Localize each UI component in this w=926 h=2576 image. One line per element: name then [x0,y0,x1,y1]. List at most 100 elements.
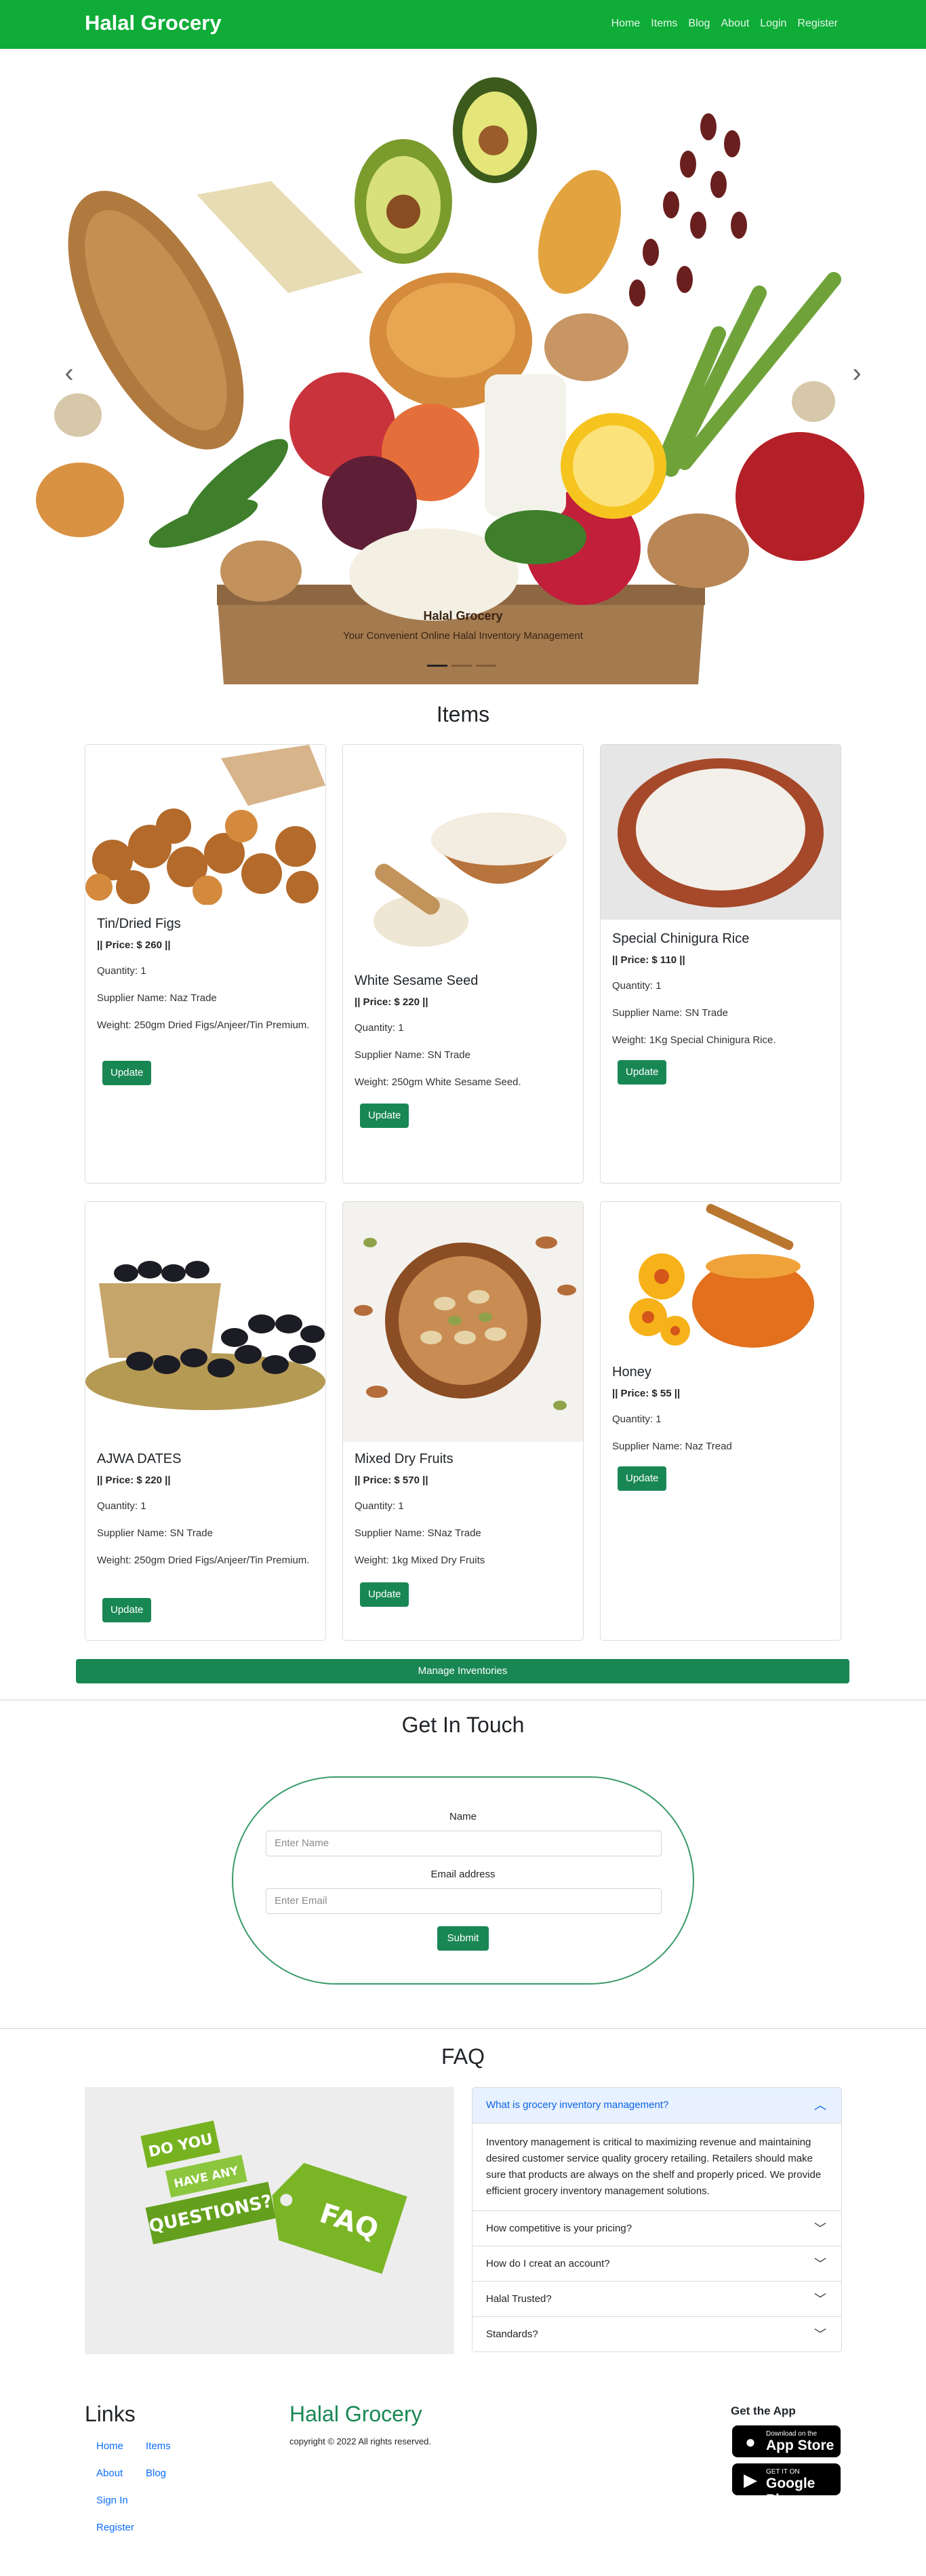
nav-link-blog[interactable]: Blog [688,18,710,30]
item-image-sesame [343,745,583,963]
update-button[interactable]: Update [618,1060,667,1085]
item-name: Tin/Dried Figs [97,916,181,931]
update-button[interactable]: Update [618,1466,667,1491]
email-label: Email address [430,1869,496,1880]
app-store-small: Download on the [766,2430,818,2438]
faq-question-3[interactable]: How do I creat an account? ﹀ [472,2246,841,2281]
faq-question-5[interactable]: Standards? ﹀ [472,2316,841,2351]
faq-question-text: What is grocery inventory management? [486,2099,669,2111]
footer-link-items[interactable]: Items [146,2440,171,2452]
footer-link-home[interactable]: Home [96,2440,123,2452]
nav-links: Home Items Blog About Login Register [601,18,838,30]
item-price: || Price: $ 110 || [612,954,685,966]
item-price: || Price: $ 260 || [97,939,171,951]
item-image-honey [601,1202,841,1362]
item-image-dates [85,1202,325,1413]
footer-link-register[interactable]: Register [96,2522,134,2533]
item-price: || Price: $ 220 || [97,1475,171,1486]
item-card: Honey || Price: $ 55 || Quantity: 1 Supp… [600,1201,841,1641]
contact-title: Get In Touch [401,1713,525,1737]
item-quantity: Quantity: 1 [97,1500,146,1512]
faq-question-text: Halal Trusted? [486,2293,552,2305]
submit-button[interactable]: Submit [437,1926,489,1951]
app-store-big: App Store [766,2438,834,2453]
faq-question-2[interactable]: How competitive is your pricing? ﹀ [472,2210,841,2246]
update-button[interactable]: Update [102,1061,152,1085]
footer-links-title: Links [85,2402,136,2426]
chevron-down-icon: ﹀ [814,2328,826,2341]
google-play-icon: ▶ [744,2470,757,2490]
name-input[interactable]: Enter Name [266,1831,662,1856]
nav-link-items[interactable]: Items [651,18,677,30]
item-image-figs [85,745,325,905]
item-name: Honey [612,1365,651,1380]
item-supplier: Supplier Name: SN Trade [612,1007,728,1019]
footer-brand: Halal Grocery [289,2402,422,2426]
chevron-up-icon: ︿ [814,2099,826,2112]
footer-link-about[interactable]: About [96,2467,123,2479]
item-name: AJWA DATES [97,1451,182,1466]
faq-title: FAQ [441,2044,485,2069]
google-play-small: GET IT ON [766,2468,800,2476]
update-button[interactable]: Update [360,1104,409,1128]
navbar-brand[interactable]: Halal Grocery [85,11,222,35]
item-quantity: Quantity: 1 [355,1500,404,1512]
footer-link-sign-in[interactable]: Sign In [96,2495,128,2506]
item-card: Mixed Dry Fruits || Price: $ 570 || Quan… [342,1201,584,1641]
item-name: Special Chinigura Rice [612,931,750,946]
faq-question-1[interactable]: What is grocery inventory management? ︿ [472,2088,841,2123]
apple-icon: ● [745,2432,756,2452]
update-button[interactable]: Update [102,1598,152,1622]
faq-accordion: What is grocery inventory management? ︿ … [472,2087,842,2352]
item-supplier: Supplier Name: Naz Trade [97,992,217,1004]
nav-link-register[interactable]: Register [797,18,838,30]
item-card: Tin/Dried Figs || Price: $ 260 || Quanti… [85,744,326,1184]
nav-link-login[interactable]: Login [760,18,786,30]
faq-answer-1: Inventory management is critical to maxi… [472,2123,841,2210]
item-name: White Sesame Seed [355,973,479,988]
manage-inventories-button[interactable]: Manage Inventories [76,1659,849,1683]
item-weight: Weight: 250gm Dried Figs/Anjeer/Tin Prem… [97,1019,310,1031]
item-quantity: Quantity: 1 [612,980,662,992]
item-price: || Price: $ 220 || [355,996,428,1008]
item-card: Special Chinigura Rice || Price: $ 110 |… [600,744,841,1184]
item-image-dry-fruits [343,1202,583,1442]
contact-form [232,1776,694,1985]
hero-caption-title: Halal Grocery [423,609,503,623]
carousel-indicator-1[interactable] [427,665,447,667]
item-supplier: Supplier Name: SN Trade [97,1527,213,1539]
faq-image: DO YOU HAVE ANY QUESTIONS? FAQ [85,2087,454,2354]
chevron-down-icon: ﹀ [814,2257,826,2271]
items-title: Items [436,702,490,726]
app-store-badge[interactable]: ● Download on the App Store [732,2425,841,2457]
update-button[interactable]: Update [360,1582,409,1607]
footer-link-blog[interactable]: Blog [146,2467,166,2479]
faq-question-text: How competitive is your pricing? [486,2223,632,2234]
hero-caption-subtitle: Your Convenient Online Halal Inventory M… [343,630,583,642]
nav-link-home[interactable]: Home [611,18,641,30]
item-weight: Weight: 1Kg Special Chinigura Rice. [612,1034,776,1046]
chevron-left-icon[interactable]: ‹ [56,359,83,387]
name-label: Name [449,1811,477,1822]
carousel-indicator-3[interactable] [476,665,496,667]
google-play-big: Google Play [766,2476,816,2507]
item-supplier: Supplier Name: Naz Tread [612,1441,732,1452]
item-weight: Weight: 250gm Dried Figs/Anjeer/Tin Prem… [97,1555,310,1566]
carousel-indicators [427,665,496,667]
faq-question-text: Standards? [486,2328,538,2340]
faq-question-4[interactable]: Halal Trusted? ﹀ [472,2281,841,2316]
google-play-badge[interactable]: ▶ GET IT ON Google Play [732,2463,841,2507]
get-app-title: Get the App [731,2404,796,2417]
chevron-down-icon: ﹀ [814,2292,826,2306]
item-weight: Weight: 250gm White Sesame Seed. [355,1076,521,1088]
carousel-indicator-2[interactable] [451,665,472,667]
item-quantity: Quantity: 1 [355,1022,404,1034]
chevron-right-icon[interactable]: › [843,359,870,387]
item-supplier: Supplier Name: SN Trade [355,1049,470,1061]
email-input[interactable]: Enter Email [266,1888,662,1914]
item-quantity: Quantity: 1 [97,965,146,977]
copyright: copyright © 2022 All rights reserved. [289,2436,432,2446]
item-price: || Price: $ 570 || [355,1475,428,1486]
nav-link-about[interactable]: About [721,18,749,30]
divider [0,2028,926,2029]
